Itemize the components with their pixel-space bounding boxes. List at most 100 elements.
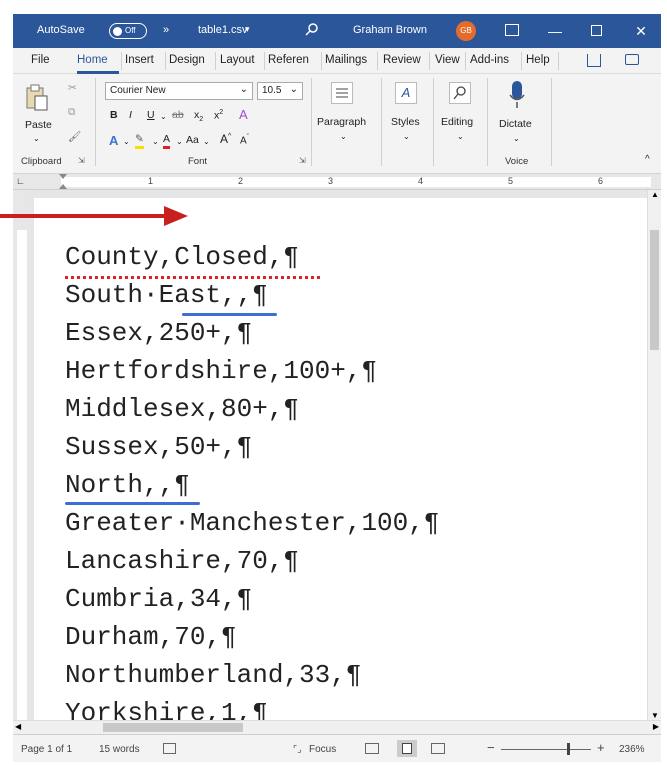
text-effects-button[interactable]: A — [109, 133, 118, 148]
read-mode-icon[interactable] — [365, 743, 379, 754]
maximize-icon[interactable] — [591, 25, 602, 36]
tab-selector-icon[interactable]: ∟ — [16, 176, 25, 186]
tab-add-ins[interactable]: Add-ins — [470, 54, 509, 66]
dictate-button[interactable]: Dictate — [499, 118, 532, 130]
font-name-combo[interactable]: Courier New ⌄ — [105, 82, 253, 100]
shrink-font-button[interactable]: Aˇ — [240, 134, 249, 146]
vertical-scrollbar[interactable]: ▲ ▼ — [647, 190, 661, 720]
tab-home[interactable]: Home — [77, 54, 108, 66]
document-line[interactable]: Durham,70,¶ — [65, 622, 237, 652]
document-line[interactable]: Middlesex,80+,¶ — [65, 394, 299, 424]
paste-icon[interactable] — [25, 84, 49, 112]
page-count[interactable]: Page 1 of 1 — [21, 744, 72, 755]
italic-button[interactable]: I — [129, 109, 132, 121]
indent-marker-icon[interactable] — [59, 174, 67, 189]
clipboard-launcher-icon[interactable]: ⇲ — [78, 156, 85, 165]
avatar[interactable]: GB — [456, 21, 476, 41]
tab-review[interactable]: Review — [383, 54, 421, 66]
chevron-down-icon[interactable]: ⌄ — [203, 137, 210, 146]
format-painter-icon[interactable]: 🖌 — [68, 130, 81, 143]
tab-help[interactable]: Help — [526, 54, 550, 66]
zoom-level[interactable]: 236% — [619, 744, 645, 755]
chevron-down-icon[interactable]: ⌄ — [340, 132, 347, 141]
zoom-slider[interactable] — [501, 749, 591, 750]
tab-mailings[interactable]: Mailings — [325, 54, 373, 66]
document-line[interactable]: Cumbria,34,¶ — [65, 584, 252, 614]
scroll-thumb[interactable] — [650, 230, 659, 350]
tab-file[interactable]: File — [31, 54, 50, 66]
comments-icon[interactable] — [625, 54, 639, 65]
user-name[interactable]: Graham Brown — [353, 24, 427, 36]
subscript-button[interactable]: x2 — [194, 109, 203, 123]
superscript-button[interactable]: x2 — [214, 109, 223, 122]
bold-button[interactable]: B — [110, 109, 118, 121]
search-icon[interactable] — [305, 22, 319, 36]
minimize-icon[interactable]: — — [541, 19, 569, 43]
tab-insert[interactable]: Insert — [125, 54, 154, 66]
collapse-ribbon-icon[interactable]: ^ — [645, 154, 650, 165]
strikethrough-button[interactable]: ab — [172, 109, 184, 121]
horizontal-ruler[interactable]: ∟ 1 2 3 4 5 6 — [13, 174, 661, 190]
scroll-left-icon[interactable]: ◀ — [15, 722, 21, 731]
paragraph-icon[interactable] — [331, 82, 353, 104]
web-layout-icon[interactable] — [431, 743, 445, 754]
scroll-down-icon[interactable]: ▼ — [651, 711, 659, 720]
grow-font-button[interactable]: A^ — [220, 132, 231, 146]
print-layout-icon[interactable] — [397, 740, 417, 757]
vertical-ruler[interactable] — [13, 190, 31, 720]
share-icon[interactable] — [587, 54, 601, 67]
document-line[interactable]: Essex,250+,¶ — [65, 318, 252, 348]
scroll-thumb[interactable] — [103, 723, 243, 732]
paragraph-button[interactable]: Paragraph — [317, 116, 366, 128]
editing-button[interactable]: Editing — [441, 116, 473, 128]
zoom-in-button[interactable]: + — [597, 740, 605, 755]
paste-label[interactable]: Paste — [25, 119, 52, 131]
tab-view[interactable]: View — [435, 54, 460, 66]
change-case-button[interactable]: Aa — [186, 134, 199, 146]
word-count[interactable]: 15 words — [99, 744, 140, 755]
font-size-combo[interactable]: 10.5 ⌄ — [257, 82, 303, 100]
document-line[interactable]: Lancashire,70,¶ — [65, 546, 299, 576]
font-launcher-icon[interactable]: ⇲ — [299, 156, 306, 165]
tab-design[interactable]: Design — [169, 54, 205, 66]
scroll-right-icon[interactable]: ▶ — [653, 722, 659, 731]
chevron-down-icon[interactable]: ⌄ — [123, 137, 130, 146]
chevron-down-icon[interactable]: ⌄ — [403, 132, 410, 141]
proofing-icon[interactable] — [163, 743, 176, 754]
microphone-icon[interactable] — [509, 80, 525, 110]
copy-icon[interactable]: ⧉ — [68, 106, 76, 119]
tab-references[interactable]: Referen — [268, 54, 318, 66]
autosave-toggle[interactable]: Off — [109, 23, 147, 39]
scroll-up-icon[interactable]: ▲ — [651, 190, 659, 199]
chevron-down-icon[interactable]: ⌄ — [457, 132, 464, 141]
document-line[interactable]: Sussex,50+,¶ — [65, 432, 252, 462]
zoom-slider-thumb[interactable] — [567, 743, 570, 755]
cut-icon[interactable]: ✂ — [68, 82, 77, 94]
paste-dropdown-icon[interactable]: ⌄ — [33, 134, 40, 143]
highlight-color-button[interactable]: ✎ — [135, 133, 144, 149]
focus-icon[interactable]: ⌜⌟ — [293, 744, 301, 755]
focus-button[interactable]: Focus — [309, 744, 336, 755]
chevron-down-icon[interactable]: ⌄ — [152, 137, 159, 146]
document-line[interactable]: County,Closed,¶ — [65, 242, 299, 272]
styles-button[interactable]: Styles — [391, 116, 420, 128]
clear-formatting-icon[interactable]: A — [239, 107, 248, 122]
chevron-down-icon[interactable]: ⌄ — [513, 134, 520, 143]
chevron-down-icon[interactable]: ⌄ — [176, 137, 183, 146]
document-line[interactable]: North,,¶ — [65, 470, 190, 500]
ribbon-display-options-icon[interactable] — [505, 24, 519, 36]
zoom-out-button[interactable]: − — [487, 740, 495, 755]
font-color-button[interactable]: A — [163, 133, 171, 149]
document-filename[interactable]: table1.csv — [198, 24, 248, 36]
close-icon[interactable]: ✕ — [627, 19, 655, 43]
filename-dropdown-icon[interactable]: ▾ — [245, 24, 250, 35]
more-commands-icon[interactable]: » — [163, 24, 169, 36]
document-line[interactable]: Hertfordshire,100+,¶ — [65, 356, 377, 386]
chevron-down-icon[interactable]: ⌄ — [160, 112, 167, 121]
document-line[interactable]: Greater·Manchester,100,¶ — [65, 508, 439, 538]
document-line[interactable]: South·East,,¶ — [65, 280, 268, 310]
tab-layout[interactable]: Layout — [220, 54, 255, 66]
underline-button[interactable]: U — [147, 109, 155, 121]
styles-icon[interactable]: A — [395, 82, 417, 104]
document-line[interactable]: Northumberland,33,¶ — [65, 660, 361, 690]
